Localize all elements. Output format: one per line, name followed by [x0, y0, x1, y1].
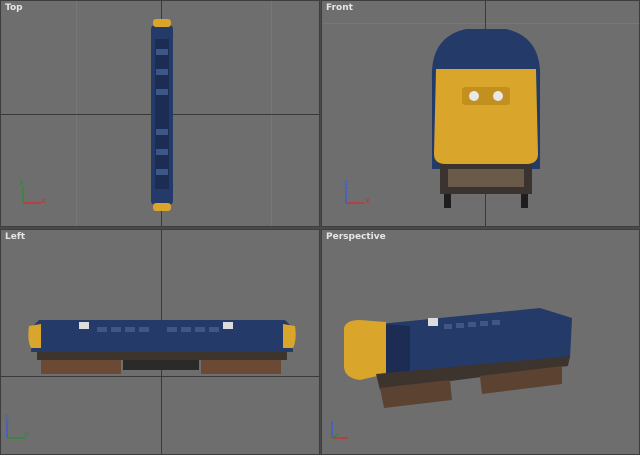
locomotive-perspective-view[interactable] — [340, 304, 590, 414]
axis-gizmo-icon — [331, 421, 348, 439]
axis-label-z: z — [344, 178, 349, 187]
axis-label-x: x — [365, 196, 370, 205]
locomotive-top-view[interactable] — [147, 19, 177, 211]
grid-axis-horizontal — [1, 376, 319, 377]
viewport-label-top[interactable]: Top — [5, 3, 23, 13]
axis-label-y: y — [24, 429, 29, 438]
viewport-label-front[interactable]: Front — [326, 3, 353, 13]
viewport-label-left[interactable]: Left — [5, 232, 25, 242]
axis-label-y: y — [19, 177, 24, 186]
viewport-perspective[interactable]: Perspective — [321, 229, 640, 455]
locomotive-side-view[interactable] — [27, 312, 297, 376]
axis-label-x: x — [41, 196, 46, 205]
axis-label-z: z — [5, 413, 10, 422]
viewport-left[interactable]: y z Left — [0, 229, 320, 455]
viewport-front[interactable]: x z Front — [321, 0, 640, 227]
viewport-top[interactable]: x y Top — [0, 0, 320, 227]
viewport-label-perspective[interactable]: Perspective — [326, 232, 386, 242]
locomotive-front-view[interactable] — [426, 19, 546, 211]
